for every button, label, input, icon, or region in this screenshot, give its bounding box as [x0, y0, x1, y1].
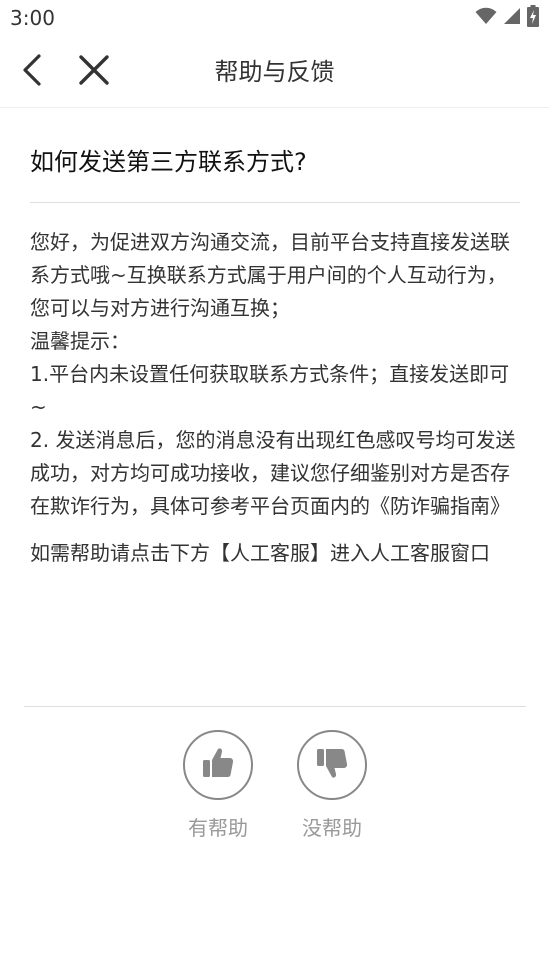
not-helpful-circle[interactable]	[297, 730, 367, 800]
not-helpful-button[interactable]: 没帮助	[282, 730, 382, 841]
cellular-signal-icon	[503, 7, 521, 29]
close-icon	[78, 54, 110, 90]
article-paragraph-tip-2: 2. 发送消息后，您的消息没有出现红色感叹号均可发送成功，对方均可成功接收，建议…	[30, 428, 516, 518]
article-body: 您好，为促进双方沟通交流，目前平台支持直接发送联系方式哦~互换联系方式属于用户间…	[30, 226, 520, 570]
not-helpful-label: 没帮助	[302, 816, 362, 840]
article-paragraph-tip-1: 1.平台内未设置任何获取联系方式条件；直接发送即可~	[30, 362, 510, 419]
feedback-section: 有帮助 没帮助	[0, 730, 549, 850]
helpful-button[interactable]: 有帮助	[168, 730, 268, 841]
battery-charging-icon	[527, 5, 539, 31]
thumbs-up-icon	[201, 746, 235, 784]
title-divider	[30, 202, 520, 203]
article-title: 如何发送第三方联系方式?	[30, 148, 307, 176]
status-time: 3:00	[10, 6, 55, 30]
wifi-icon	[475, 7, 497, 29]
helpful-circle[interactable]	[183, 730, 253, 800]
article-paragraph-tips-heading: 温馨提示：	[30, 329, 130, 353]
chevron-left-icon	[20, 54, 44, 90]
close-button[interactable]	[72, 50, 116, 94]
back-button[interactable]	[10, 50, 54, 94]
thumbs-down-icon	[315, 746, 349, 784]
nav-bar: 帮助与反馈	[0, 36, 549, 108]
status-icons	[475, 5, 539, 31]
helpful-label: 有帮助	[188, 816, 248, 840]
status-bar: 3:00	[0, 0, 549, 36]
article-paragraph-help: 如需帮助请点击下方【人工客服】进入人工客服窗口	[30, 541, 490, 565]
footer-divider	[24, 706, 526, 707]
article-paragraph-intro: 您好，为促进双方沟通交流，目前平台支持直接发送联系方式哦~互换联系方式属于用户间…	[30, 230, 510, 320]
